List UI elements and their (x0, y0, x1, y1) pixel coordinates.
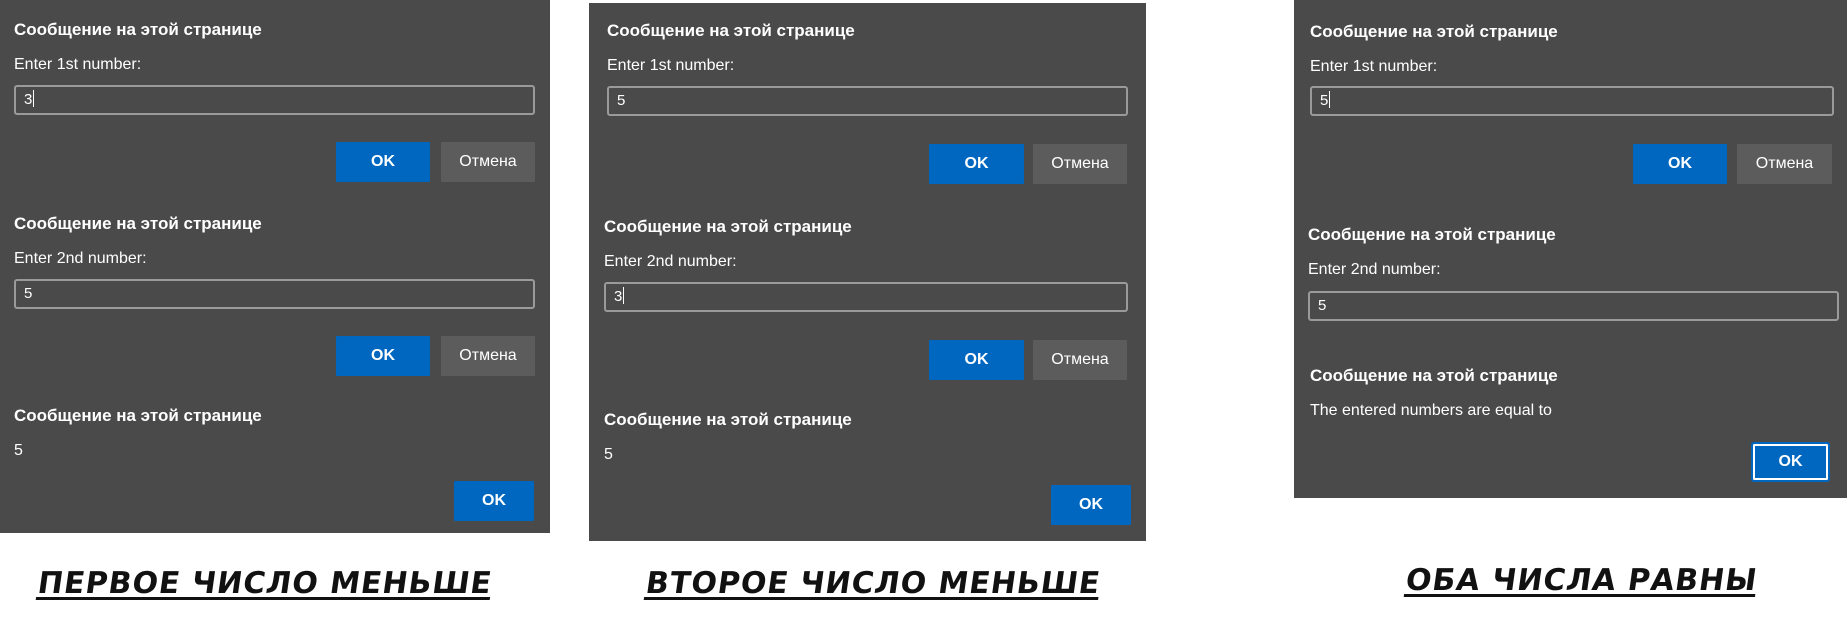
text-caret (33, 90, 35, 107)
cancel-button[interactable]: Отмена (441, 336, 535, 376)
number-input[interactable]: 5 (1308, 291, 1839, 321)
prompt-dialog-2: Сообщение на этой странице Enter 2nd num… (0, 214, 550, 384)
prompt-message: Enter 1st number: (1310, 58, 1438, 75)
input-value: 5 (1320, 92, 1329, 109)
ok-button[interactable]: OK (1751, 442, 1830, 482)
alert-dialog: Сообщение на этой странице The entered n… (1294, 366, 1847, 496)
cancel-button[interactable]: Отмена (1737, 144, 1832, 184)
input-value: 5 (617, 92, 626, 109)
caption-second-smaller: ВТОРОЕ ЧИСЛО МЕНЬШЕ (643, 566, 1103, 601)
prompt-message: Enter 2nd number: (1308, 261, 1441, 278)
alert-message: The entered numbers are equal to (1310, 402, 1552, 419)
cancel-button[interactable]: Отмена (1033, 144, 1127, 184)
prompt-dialog-1: Сообщение на этой странице Enter 1st num… (589, 21, 1146, 191)
alert-message: 5 (14, 442, 23, 459)
dialog-title: Сообщение на этой странице (604, 410, 852, 429)
prompt-message: Enter 1st number: (14, 56, 142, 73)
number-input[interactable]: 5 (14, 279, 535, 309)
ok-button[interactable]: OK (336, 142, 430, 182)
dialog-title: Сообщение на этой странице (607, 21, 855, 40)
prompt-message: Enter 2nd number: (14, 250, 147, 267)
cancel-button[interactable]: Отмена (1033, 340, 1127, 380)
alert-dialog: Сообщение на этой странице 5 OK (0, 406, 550, 526)
dialog-title: Сообщение на этой странице (604, 217, 852, 236)
ok-button[interactable]: OK (454, 481, 534, 521)
panel-first-smaller: Сообщение на этой странице Enter 1st num… (0, 0, 550, 533)
alert-dialog: Сообщение на этой странице 5 OK (589, 410, 1146, 530)
ok-button[interactable]: OK (1633, 144, 1727, 184)
prompt-message: Enter 2nd number: (604, 253, 737, 270)
caption-both-equal: ОБА ЧИСЛА РАВНЫ (1403, 563, 1760, 598)
dialog-title: Сообщение на этой странице (1310, 366, 1558, 385)
number-input[interactable]: 3 (14, 85, 535, 115)
panel-both-equal: Сообщение на этой странице Enter 1st num… (1294, 0, 1847, 498)
prompt-message: Enter 1st number: (607, 57, 735, 74)
panel-second-smaller-content: Сообщение на этой странице Enter 1st num… (589, 0, 1146, 541)
prompt-dialog-1: Сообщение на этой странице Enter 1st num… (1294, 22, 1847, 192)
input-value: 5 (24, 285, 33, 302)
ok-button[interactable]: OK (336, 336, 430, 376)
number-input[interactable]: 5 (1310, 86, 1834, 116)
number-input[interactable]: 5 (607, 86, 1128, 116)
dialog-title: Сообщение на этой странице (14, 406, 262, 425)
input-value: 5 (1318, 297, 1327, 314)
prompt-dialog-2: Сообщение на этой странице Enter 2nd num… (1294, 225, 1847, 335)
ok-button[interactable]: OK (929, 144, 1024, 184)
prompt-dialog-1: Сообщение на этой странице Enter 1st num… (0, 20, 550, 190)
alert-message: 5 (604, 446, 613, 463)
input-value: 3 (24, 91, 33, 108)
number-input[interactable]: 3 (604, 282, 1128, 312)
dialog-title: Сообщение на этой странице (1310, 22, 1558, 41)
prompt-dialog-2: Сообщение на этой странице Enter 2nd num… (589, 217, 1146, 387)
dialog-title: Сообщение на этой странице (1308, 225, 1556, 244)
cancel-button[interactable]: Отмена (441, 142, 535, 182)
caption-first-smaller: ПЕРВОЕ ЧИСЛО МЕНЬШЕ (35, 566, 495, 601)
ok-button[interactable]: OK (1051, 485, 1131, 525)
input-value: 3 (614, 288, 623, 305)
text-caret (623, 287, 625, 304)
dialog-title: Сообщение на этой странице (14, 20, 262, 39)
dialog-title: Сообщение на этой странице (14, 214, 262, 233)
text-caret (1329, 91, 1331, 108)
ok-button[interactable]: OK (929, 340, 1024, 380)
